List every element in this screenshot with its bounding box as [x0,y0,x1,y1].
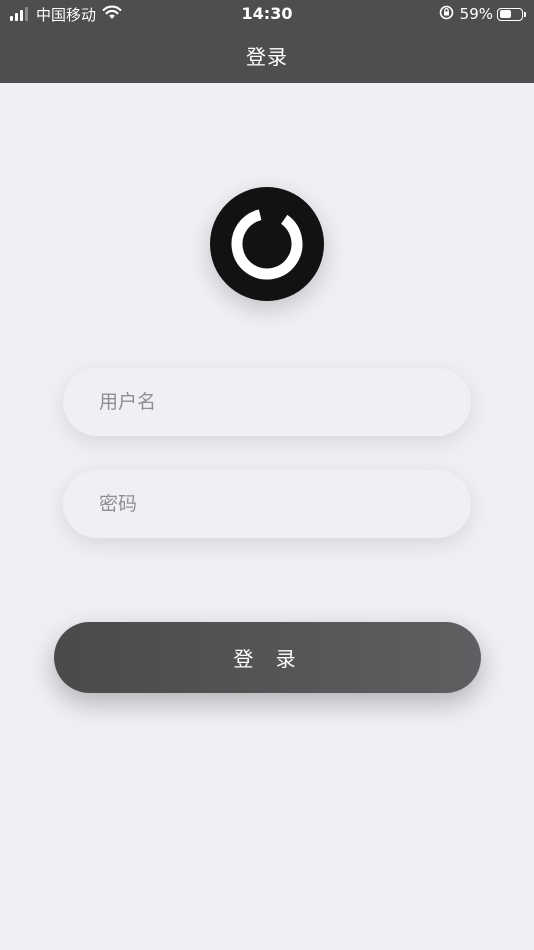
app-logo-icon [210,187,324,301]
login-button[interactable]: 登 录 [54,622,481,693]
battery-percent: 59% [459,5,493,23]
login-screen: 中国移动 14:30 59% 登录 用户名 登 录 [0,0,534,950]
battery-icon [497,7,523,21]
battery-level-fill [499,10,512,18]
orientation-lock-icon [439,5,454,24]
navigation-bar: 登录 [0,28,534,83]
status-bar: 中国移动 14:30 59% [0,0,534,28]
username-input[interactable] [63,368,471,436]
page-title: 登录 [246,45,288,69]
password-input[interactable] [63,470,471,538]
password-field[interactable] [63,470,471,538]
username-field[interactable] [63,368,471,436]
status-right: 59% [439,4,526,24]
battery-tip [524,11,526,17]
